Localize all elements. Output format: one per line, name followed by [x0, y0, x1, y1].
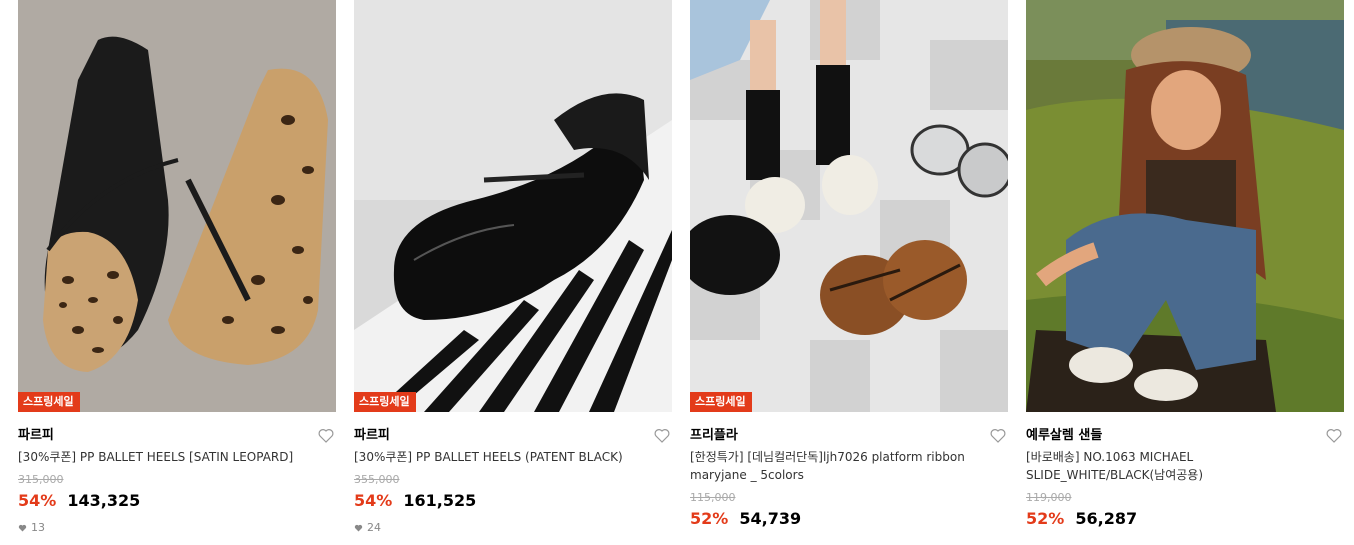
discount-rate: 52% [690, 509, 729, 528]
product-name[interactable]: [30%쿠폰] PP BALLET HEELS [SATIN LEOPARD] [18, 448, 328, 466]
product-name[interactable]: [바로배송] NO.1063 MICHAEL SLIDE_WHITE/BLACK… [1026, 448, 1336, 484]
brand-name[interactable]: 파르피 [18, 428, 54, 443]
product-image[interactable]: 스프링세일 [18, 0, 336, 412]
like-count-value: 13 [31, 521, 45, 534]
heart-outline-icon[interactable] [318, 428, 334, 443]
sale-price: 143,325 [67, 491, 141, 510]
sale-price: 54,739 [739, 509, 802, 528]
product-card[interactable]: 스프링세일 파르피 [30%쿠폰] PP BALLET HEELS [SATIN… [18, 0, 336, 545]
discount-rate: 54% [18, 491, 57, 510]
product-name[interactable]: [한정특가] [데님컬러단독]ljh7026 platform ribbon m… [690, 448, 1000, 484]
sale-badge: 스프링세일 [690, 392, 752, 412]
product-card[interactable]: 예루살렘 샌들 [바로배송] NO.1063 MICHAEL SLIDE_WHI… [1026, 0, 1344, 545]
product-card[interactable]: 스프링세일 파르피 [30%쿠폰] PP BALLET HEELS (PATEN… [354, 0, 672, 545]
heart-outline-icon[interactable] [654, 428, 670, 443]
original-price: 115,000 [690, 491, 736, 504]
brand-name[interactable]: 예루살렘 샌들 [1026, 428, 1102, 443]
original-price: 315,000 [18, 473, 64, 486]
original-price: 119,000 [1026, 491, 1072, 504]
heart-filled-icon [354, 524, 363, 531]
discount-rate: 52% [1026, 509, 1065, 528]
brand-name[interactable]: 파르피 [354, 428, 390, 443]
product-card[interactable]: 스프링세일 프리플라 [한정특가] [데님컬러단독]ljh7026 platfo… [690, 0, 1008, 545]
product-image[interactable]: 스프링세일 [690, 0, 1008, 412]
sale-price: 56,287 [1075, 509, 1138, 528]
discount-rate: 54% [354, 491, 393, 510]
sale-price: 161,525 [403, 491, 477, 510]
sale-badge: 스프링세일 [18, 392, 80, 412]
product-image[interactable] [1026, 0, 1344, 412]
brand-name[interactable]: 프리플라 [690, 428, 738, 443]
heart-filled-icon [18, 524, 27, 531]
sale-badge: 스프링세일 [354, 392, 416, 412]
like-count-value: 24 [367, 521, 381, 534]
product-image[interactable]: 스프링세일 [354, 0, 672, 412]
original-price: 355,000 [354, 473, 400, 486]
heart-outline-icon[interactable] [1326, 428, 1342, 443]
like-count: 13 [18, 521, 336, 534]
product-name[interactable]: [30%쿠폰] PP BALLET HEELS (PATENT BLACK) [354, 448, 664, 466]
heart-outline-icon[interactable] [990, 428, 1006, 443]
like-count: 24 [354, 521, 672, 534]
product-grid: 스프링세일 파르피 [30%쿠폰] PP BALLET HEELS [SATIN… [0, 0, 1354, 545]
